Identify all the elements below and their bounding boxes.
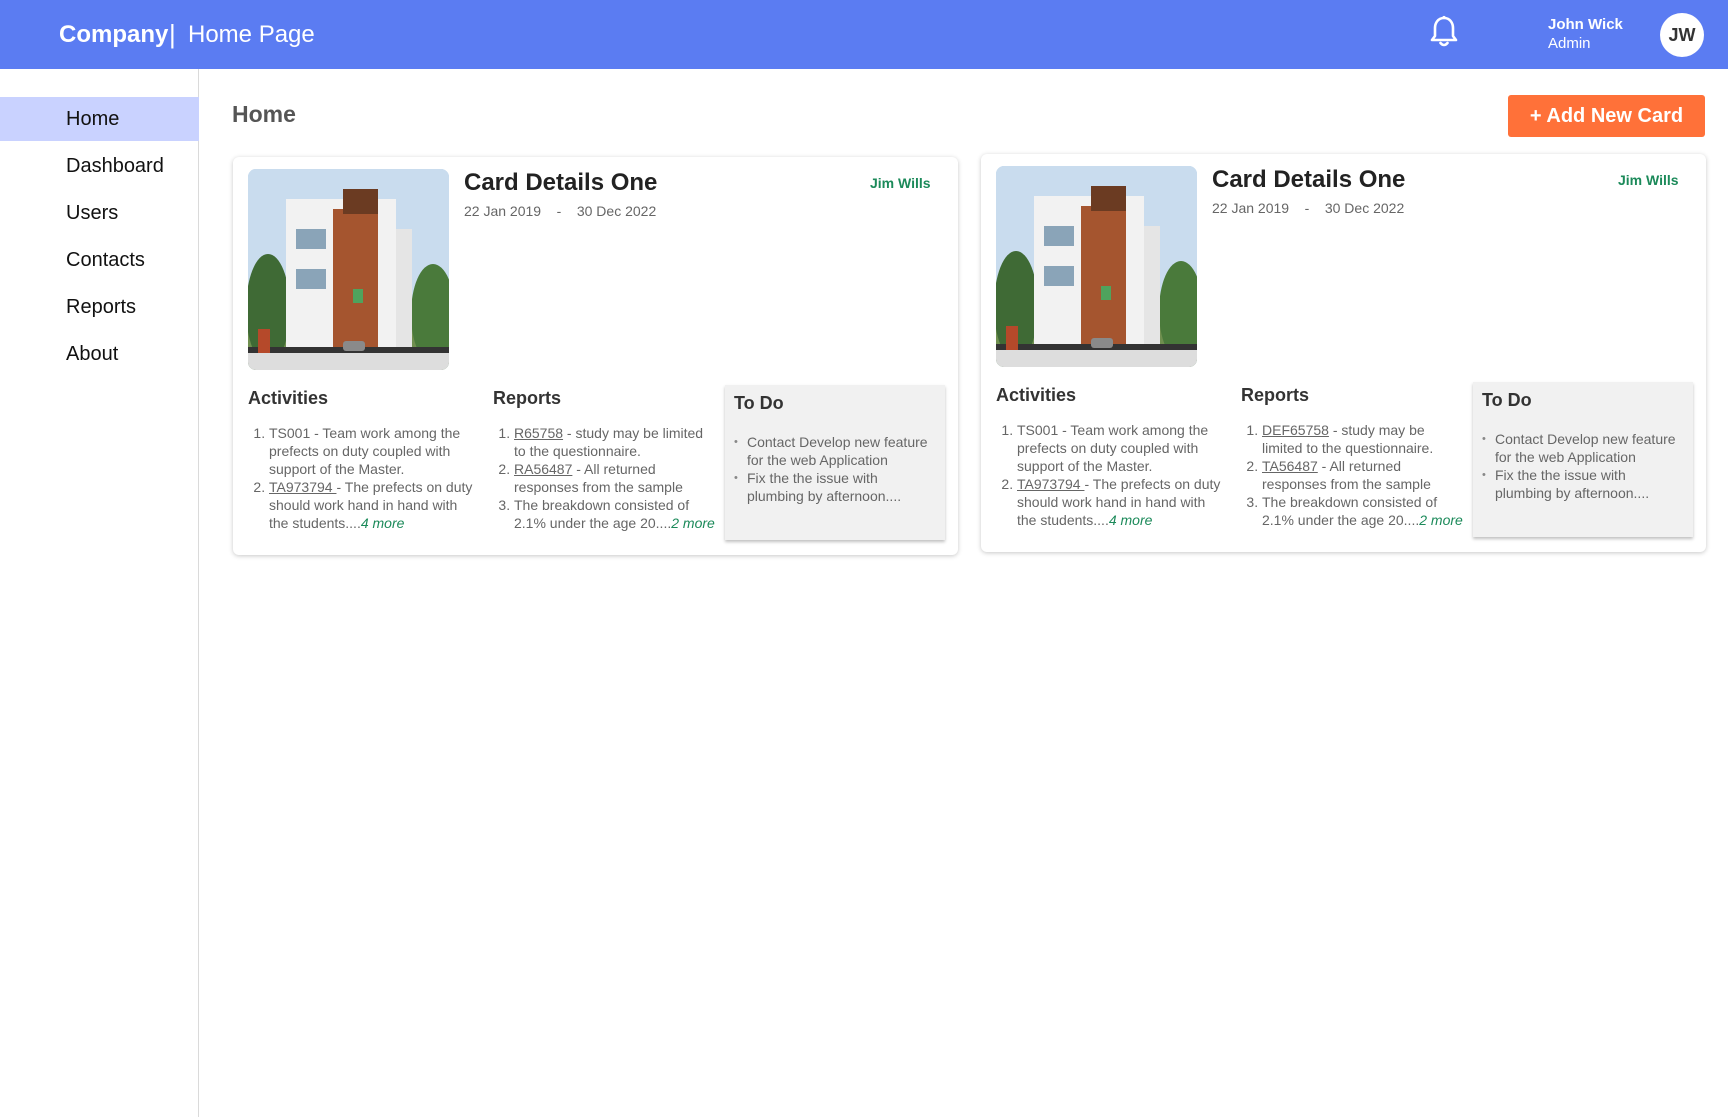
list-item: R65758 - study may be limited to the que… [514, 424, 718, 460]
sidebar-item-contacts[interactable]: Contacts [0, 238, 199, 282]
reports-list: R65758 - study may be limited to the que… [493, 424, 718, 532]
todo-item: Fix the the issue with plumbing by after… [1482, 466, 1684, 502]
list-item: TA56487 - All returned responses from th… [1262, 457, 1466, 493]
more-link[interactable]: 2 more [671, 515, 715, 531]
more-link[interactable]: 4 more [1109, 512, 1153, 528]
item-text: TS001 - Team work among the prefects on … [269, 425, 461, 477]
item-text: TS001 - Team work among the prefects on … [1017, 422, 1209, 474]
activities-heading: Activities [248, 388, 329, 408]
activities-heading: Activities [996, 385, 1077, 405]
building-image [248, 169, 449, 370]
reports-heading: Reports [493, 388, 562, 408]
sidebar-item-home[interactable]: Home [0, 97, 199, 141]
page-title: Home [232, 101, 296, 127]
card-dates: 22 Jan 2019 - 30 Dec 2022 [464, 203, 657, 219]
item-code[interactable]: RA56487 [514, 461, 572, 477]
item-text: The breakdown consisted of 2.1% under th… [514, 497, 690, 531]
reports-section: Reports R65758 - study may be limited to… [493, 388, 718, 532]
card[interactable]: Card Details One 22 Jan 2019 - 30 Dec 20… [981, 154, 1706, 552]
list-item: TS001 - Team work among the prefects on … [269, 424, 473, 478]
activities-section: Activities TS001 - Team work among the p… [248, 388, 473, 532]
todo-item: Contact Develop new feature for the web … [734, 433, 936, 469]
list-item: TS001 - Team work among the prefects on … [1017, 421, 1221, 475]
card-title: Card Details One [1212, 166, 1406, 193]
item-code[interactable]: DEF65758 [1262, 422, 1329, 438]
item-code[interactable]: TA56487 [1262, 458, 1318, 474]
todo-item: Fix the the issue with plumbing by after… [734, 469, 936, 505]
activities-list: TS001 - Team work among the prefects on … [248, 424, 473, 532]
sidebar-item-dashboard[interactable]: Dashboard [0, 144, 199, 188]
item-text: The breakdown consisted of 2.1% under th… [1262, 494, 1438, 528]
card-title: Card Details One [464, 169, 658, 196]
list-item: TA973794 - The prefects on duty should w… [269, 478, 473, 532]
todo-section: To Do Contact Develop new feature for th… [725, 385, 945, 540]
list-item: TA973794 - The prefects on duty should w… [1017, 475, 1221, 529]
avatar[interactable]: JW [1660, 13, 1704, 57]
sidebar-item-reports[interactable]: Reports [0, 285, 199, 329]
list-item: RA56487 - All returned responses from th… [514, 460, 718, 496]
sidebar: Home Dashboard Users Contacts Reports Ab… [0, 69, 199, 1117]
card-owner[interactable]: Jim Wills [870, 175, 931, 191]
reports-heading: Reports [1241, 385, 1310, 405]
todo-heading: To Do [1482, 390, 1532, 410]
sidebar-item-users[interactable]: Users [0, 191, 199, 235]
add-new-card-button[interactable]: + Add New Card [1508, 95, 1705, 137]
card-image [248, 169, 449, 370]
activities-section: Activities TS001 - Team work among the p… [996, 385, 1221, 529]
todo-item: Contact Develop new feature for the web … [1482, 430, 1684, 466]
bell-icon[interactable] [1428, 15, 1460, 49]
more-link[interactable]: 2 more [1419, 512, 1463, 528]
page-name: Home Page [188, 21, 315, 48]
card[interactable]: Card Details One 22 Jan 2019 - 30 Dec 20… [233, 157, 958, 555]
todo-section: To Do Contact Develop new feature for th… [1473, 382, 1693, 537]
top-bar: Company | Home Page John Wick Admin JW [0, 0, 1728, 69]
more-link[interactable]: 4 more [361, 515, 405, 531]
item-code[interactable]: TA973794 [1017, 476, 1084, 492]
activities-list: TS001 - Team work among the prefects on … [996, 421, 1221, 529]
building-image [996, 166, 1197, 367]
brand-separator: | [169, 19, 176, 49]
todo-list: Contact Develop new feature for the web … [1482, 430, 1684, 502]
card-image [996, 166, 1197, 367]
user-name: John Wick [1548, 16, 1623, 33]
todo-list: Contact Develop new feature for the web … [734, 433, 936, 505]
card-dates: 22 Jan 2019 - 30 Dec 2022 [1212, 200, 1405, 216]
card-owner[interactable]: Jim Wills [1618, 172, 1679, 188]
item-code[interactable]: R65758 [514, 425, 563, 441]
reports-list: DEF65758 - study may be limited to the q… [1241, 421, 1466, 529]
reports-section: Reports DEF65758 - study may be limited … [1241, 385, 1466, 529]
brand-name[interactable]: Company [59, 21, 168, 49]
sidebar-item-about[interactable]: About [0, 332, 199, 376]
item-code[interactable]: TA973794 [269, 479, 336, 495]
list-item: DEF65758 - study may be limited to the q… [1262, 421, 1466, 457]
todo-heading: To Do [734, 393, 784, 413]
list-item: The breakdown consisted of 2.1% under th… [1262, 493, 1466, 529]
list-item: The breakdown consisted of 2.1% under th… [514, 496, 718, 532]
user-role: Admin [1548, 35, 1591, 52]
